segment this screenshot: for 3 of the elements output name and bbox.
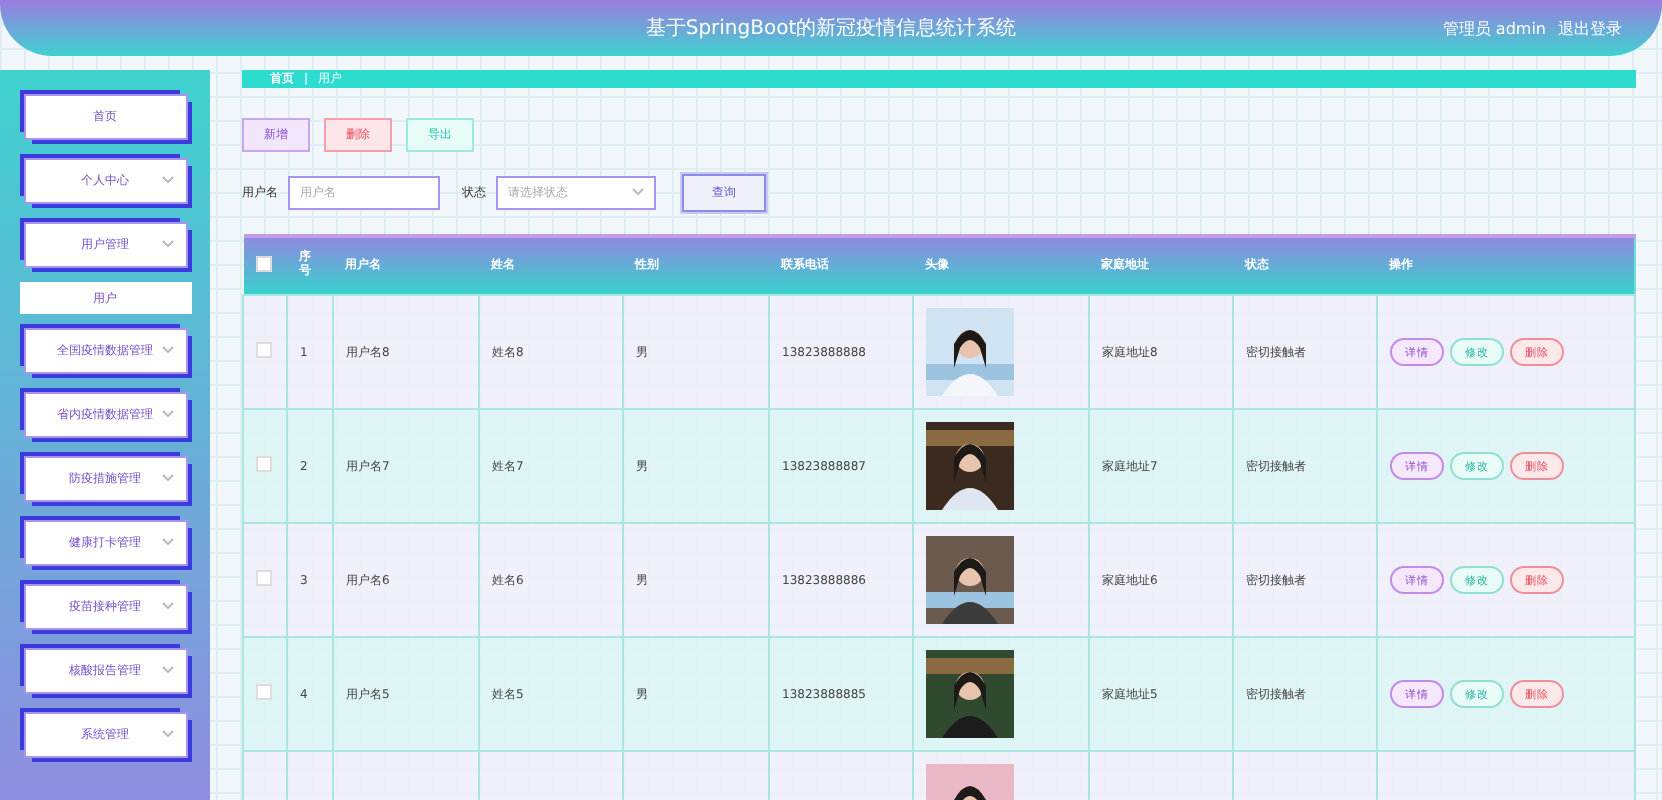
- user-label: 管理员 admin: [1442, 17, 1546, 39]
- app-title: 基于SpringBoot的新冠疫情信息统计系统: [645, 15, 1017, 42]
- logout-link[interactable]: 退出登录: [1558, 17, 1622, 39]
